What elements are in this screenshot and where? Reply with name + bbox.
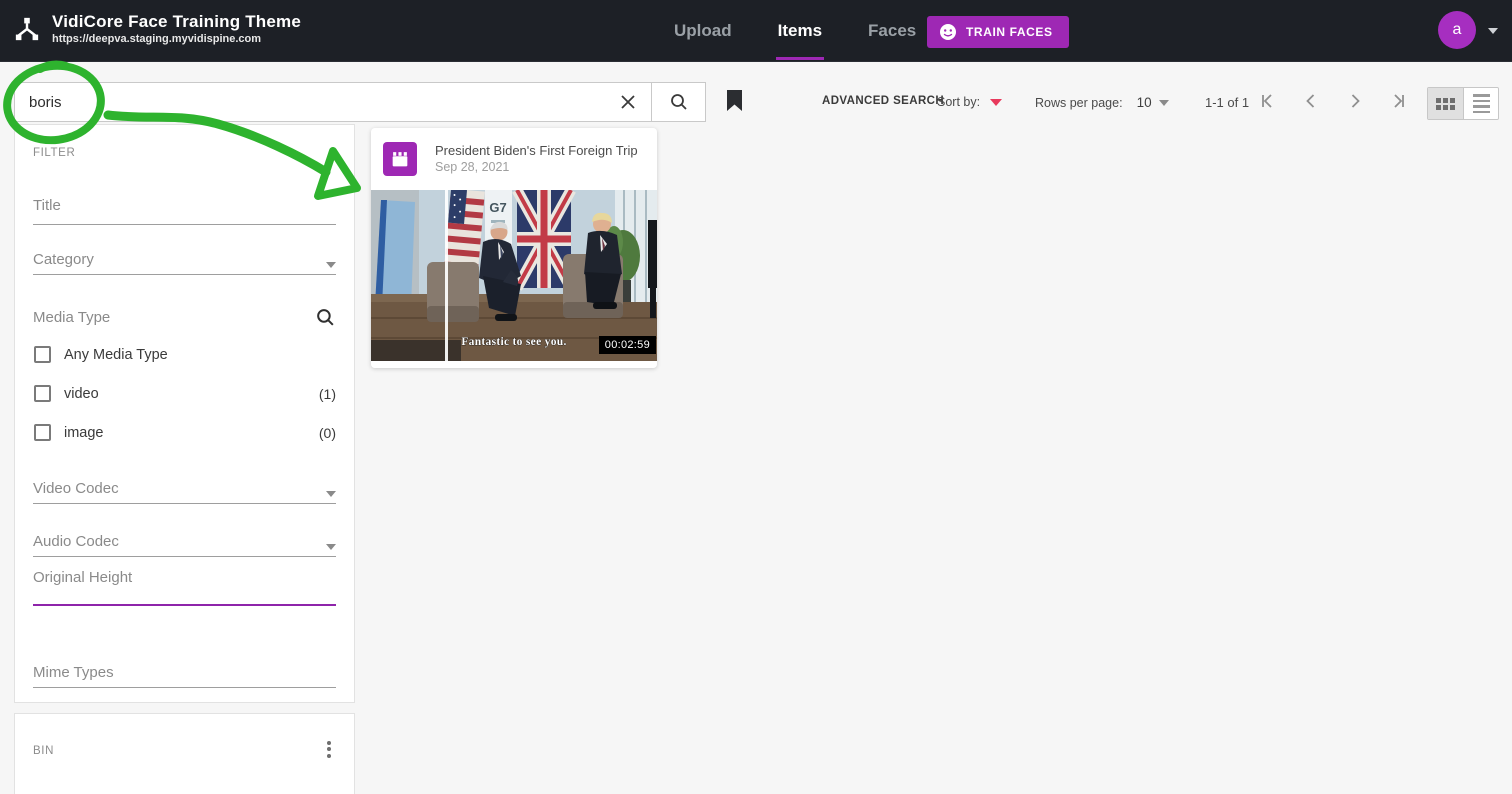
movie-icon: [392, 152, 408, 167]
view-toggle: [1427, 87, 1499, 120]
bin-menu-button[interactable]: [318, 736, 340, 762]
list-view-button[interactable]: [1463, 88, 1498, 119]
rows-per-page-control: Rows per page: 10: [1035, 95, 1169, 110]
train-faces-label: TRAIN FACES: [966, 25, 1053, 39]
category-filter-select[interactable]: Category: [33, 243, 336, 275]
bin-panel: BIN: [14, 713, 355, 794]
sort-by-control[interactable]: Sort by:: [937, 95, 1003, 109]
brand[interactable]: VidiCore Face Training Theme https://dee…: [14, 11, 301, 47]
title-filter-field[interactable]: Title: [33, 197, 336, 225]
checkbox-video[interactable]: video (1): [34, 385, 336, 402]
nav-tab-items[interactable]: Items: [775, 2, 825, 60]
video-codec-label: Video Codec: [33, 480, 119, 497]
checkbox-icon: [34, 346, 51, 363]
grid-view-button[interactable]: [1428, 88, 1463, 119]
search-box: [14, 82, 706, 122]
video-codec-caret-icon: [326, 491, 336, 497]
media-type-search-icon[interactable]: [315, 307, 336, 328]
media-type-label: Media Type: [33, 308, 111, 326]
train-faces-button[interactable]: TRAIN FACES: [927, 16, 1069, 48]
app-window: VidiCore Face Training Theme https://dee…: [0, 0, 1512, 794]
result-card-header: President Biden's First Foreign Trip Sep…: [371, 128, 657, 190]
checkbox-icon: [34, 385, 51, 402]
filter-heading: FILTER: [33, 147, 76, 159]
pagination: [1256, 90, 1410, 112]
checkbox-count: (1): [318, 385, 336, 402]
nav-tab-upload[interactable]: Upload: [672, 2, 734, 60]
checkbox-count: (0): [318, 424, 336, 441]
close-icon: [621, 95, 635, 109]
last-page-icon: [1394, 94, 1404, 108]
category-caret-icon: [326, 262, 336, 268]
checkbox-label: Any Media Type: [64, 346, 168, 363]
app-title: VidiCore Face Training Theme: [52, 12, 302, 31]
nav-tab-faces[interactable]: Faces: [866, 2, 918, 60]
title-filter-label: Title: [33, 197, 61, 214]
rows-caret-icon: [1158, 99, 1169, 106]
result-card[interactable]: President Biden's First Foreign Trip Sep…: [371, 128, 657, 368]
subtitle-caption: Fantastic to see you.: [461, 336, 566, 348]
user-avatar[interactable]: a: [1438, 11, 1476, 49]
video-type-badge: [383, 142, 417, 176]
first-page-button[interactable]: [1256, 90, 1278, 112]
video-codec-select[interactable]: Video Codec: [33, 472, 336, 504]
hub-logo-icon: [15, 17, 39, 41]
chevron-left-icon: [1306, 94, 1315, 108]
mime-types-label: Mime Types: [33, 664, 114, 681]
search-toolbar: ADVANCED SEARCH Sort by: Rows per page: …: [0, 62, 1512, 124]
mime-types-field[interactable]: Mime Types: [33, 664, 336, 688]
original-height-label: Original Height: [33, 569, 133, 586]
checkbox-label: video: [64, 385, 99, 402]
rows-per-page-label: Rows per page:: [1035, 95, 1123, 110]
kebab-icon: [327, 740, 331, 745]
save-search-bookmark-button[interactable]: [726, 90, 743, 117]
rows-per-page-value: 10: [1136, 95, 1152, 110]
chevron-right-icon: [1351, 94, 1360, 108]
main-nav: Upload Items Faces: [672, 0, 918, 62]
next-page-button[interactable]: [1344, 90, 1366, 112]
filmstrip-divider: [445, 190, 448, 361]
sort-caret-icon: [990, 98, 1003, 106]
search-submit-button[interactable]: [651, 83, 705, 121]
clear-search-button[interactable]: [605, 83, 651, 121]
audio-codec-label: Audio Codec: [33, 533, 119, 550]
duration-badge: 00:02:59: [598, 336, 656, 354]
prev-page-button[interactable]: [1300, 90, 1322, 112]
result-card-footer: [371, 361, 657, 368]
bookmark-icon: [727, 90, 742, 111]
audio-codec-select[interactable]: Audio Codec: [33, 525, 336, 557]
backdrop-g7-text: G7: [489, 200, 506, 215]
list-view-icon: [1472, 94, 1490, 113]
checkbox-label: image: [64, 424, 104, 441]
sort-by-label: Sort by:: [937, 95, 981, 109]
category-filter-label: Category: [33, 251, 94, 268]
first-page-icon: [1262, 94, 1272, 108]
original-height-field[interactable]: Original Height: [33, 569, 336, 606]
bin-heading: BIN: [33, 745, 54, 757]
last-page-button[interactable]: [1388, 90, 1410, 112]
checkbox-image[interactable]: image (0): [34, 424, 336, 441]
avatar-menu-caret-icon[interactable]: [1488, 28, 1498, 34]
checkbox-icon: [34, 424, 51, 441]
result-range: 1-1 of 1: [1205, 95, 1250, 110]
advanced-search-link[interactable]: ADVANCED SEARCH: [822, 95, 944, 107]
avatar-letter: a: [1452, 21, 1462, 38]
app-url: https://deepva.staging.myvidispine.com: [52, 33, 262, 45]
app-header: VidiCore Face Training Theme https://dee…: [0, 0, 1512, 62]
video-thumbnail[interactable]: G7 Fantastic to see you. 00:02:59: [371, 190, 657, 361]
search-icon: [670, 94, 687, 110]
result-title: President Biden's First Foreign Trip: [435, 143, 638, 158]
audio-codec-caret-icon: [326, 544, 336, 550]
result-date: Sep 28, 2021: [435, 160, 510, 174]
filter-panel: FILTER Title Category Media Type Any Med…: [14, 124, 355, 703]
checkbox-any-media-type[interactable]: Any Media Type: [34, 346, 336, 363]
search-input[interactable]: [15, 83, 605, 121]
face-icon: [940, 24, 956, 40]
grid-view-icon: [1436, 97, 1455, 110]
media-type-section-header: Media Type: [33, 305, 336, 329]
rows-per-page-select[interactable]: 10: [1137, 95, 1169, 110]
